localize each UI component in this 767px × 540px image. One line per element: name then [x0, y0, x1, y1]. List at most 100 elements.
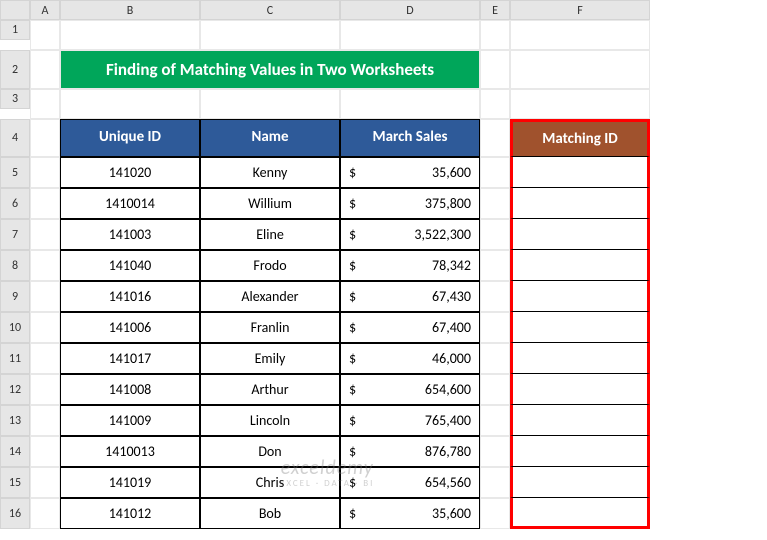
unique-id-cell[interactable]: 141016 — [60, 281, 200, 312]
unique-id-cell[interactable]: 141006 — [60, 312, 200, 343]
matching-id-cell[interactable] — [510, 312, 650, 343]
header-name[interactable]: Name — [200, 119, 340, 157]
col-header-d[interactable]: D — [340, 0, 480, 20]
cell[interactable] — [480, 281, 510, 312]
row-header-11[interactable]: 11 — [0, 343, 30, 374]
sales-cell[interactable]: $35,600 — [340, 157, 480, 188]
matching-id-cell[interactable] — [510, 343, 650, 374]
sales-cell[interactable]: $78,342 — [340, 250, 480, 281]
cell[interactable] — [510, 20, 650, 50]
sales-cell[interactable]: $654,560 — [340, 467, 480, 498]
name-cell[interactable]: Kenny — [200, 157, 340, 188]
header-march-sales[interactable]: March Sales — [340, 119, 480, 157]
cell[interactable] — [480, 374, 510, 405]
matching-id-cell[interactable] — [510, 405, 650, 436]
cell[interactable] — [510, 89, 650, 119]
unique-id-cell[interactable]: 141009 — [60, 405, 200, 436]
unique-id-cell[interactable]: 141017 — [60, 343, 200, 374]
page-title[interactable]: Finding of Matching Values in Two Worksh… — [60, 50, 480, 89]
cell[interactable] — [480, 20, 510, 50]
col-header-c[interactable]: C — [200, 0, 340, 20]
unique-id-cell[interactable]: 1410013 — [60, 436, 200, 467]
sales-cell[interactable]: $765,400 — [340, 405, 480, 436]
cell[interactable] — [480, 89, 510, 119]
name-cell[interactable]: Bob — [200, 498, 340, 529]
row-header-16[interactable]: 16 — [0, 498, 30, 529]
name-cell[interactable]: Chris — [200, 467, 340, 498]
row-header-5[interactable]: 5 — [0, 157, 30, 188]
cell[interactable] — [480, 119, 510, 157]
header-unique-id[interactable]: Unique ID — [60, 119, 200, 157]
unique-id-cell[interactable]: 141020 — [60, 157, 200, 188]
cell[interactable] — [480, 188, 510, 219]
name-cell[interactable]: Alexander — [200, 281, 340, 312]
cell[interactable] — [30, 157, 60, 188]
name-cell[interactable]: Emily — [200, 343, 340, 374]
cell[interactable] — [200, 89, 340, 119]
row-header-15[interactable]: 15 — [0, 467, 30, 498]
name-cell[interactable]: Eline — [200, 219, 340, 250]
cell[interactable] — [30, 20, 60, 50]
matching-id-cell[interactable] — [510, 157, 650, 188]
row-header-14[interactable]: 14 — [0, 436, 30, 467]
cell[interactable] — [30, 498, 60, 529]
col-header-b[interactable]: B — [60, 0, 200, 20]
cell[interactable] — [510, 50, 650, 89]
cell[interactable] — [60, 20, 200, 50]
cell[interactable] — [340, 89, 480, 119]
cell[interactable] — [480, 436, 510, 467]
cell[interactable] — [30, 405, 60, 436]
matching-id-cell[interactable] — [510, 281, 650, 312]
unique-id-cell[interactable]: 141008 — [60, 374, 200, 405]
cell[interactable] — [480, 157, 510, 188]
row-header-4[interactable]: 4 — [0, 119, 30, 157]
cell[interactable] — [30, 312, 60, 343]
matching-id-cell[interactable] — [510, 374, 650, 405]
name-cell[interactable]: Franlin — [200, 312, 340, 343]
cell[interactable] — [60, 89, 200, 119]
row-header-12[interactable]: 12 — [0, 374, 30, 405]
cell[interactable] — [200, 20, 340, 50]
row-header-3[interactable]: 3 — [0, 89, 30, 109]
matching-id-cell[interactable] — [510, 498, 650, 529]
sales-cell[interactable]: $35,600 — [340, 498, 480, 529]
cell[interactable] — [480, 50, 510, 89]
matching-id-cell[interactable] — [510, 219, 650, 250]
unique-id-cell[interactable]: 1410014 — [60, 188, 200, 219]
header-matching-id[interactable]: Matching ID — [510, 119, 650, 157]
cell[interactable] — [30, 436, 60, 467]
matching-id-cell[interactable] — [510, 188, 650, 219]
sales-cell[interactable]: $876,780 — [340, 436, 480, 467]
unique-id-cell[interactable]: 141040 — [60, 250, 200, 281]
cell[interactable] — [30, 219, 60, 250]
unique-id-cell[interactable]: 141003 — [60, 219, 200, 250]
row-header-10[interactable]: 10 — [0, 312, 30, 343]
sales-cell[interactable]: $375,800 — [340, 188, 480, 219]
cell[interactable] — [480, 498, 510, 529]
cell[interactable] — [30, 50, 60, 89]
cell[interactable] — [30, 188, 60, 219]
matching-id-cell[interactable] — [510, 250, 650, 281]
cell[interactable] — [30, 467, 60, 498]
row-header-13[interactable]: 13 — [0, 405, 30, 436]
sales-cell[interactable]: $3,522,300 — [340, 219, 480, 250]
name-cell[interactable]: Don — [200, 436, 340, 467]
cell[interactable] — [30, 89, 60, 119]
cell[interactable] — [30, 374, 60, 405]
cell[interactable] — [30, 119, 60, 157]
row-header-6[interactable]: 6 — [0, 188, 30, 219]
col-header-e[interactable]: E — [480, 0, 510, 20]
sales-cell[interactable]: $67,400 — [340, 312, 480, 343]
cell[interactable] — [30, 250, 60, 281]
matching-id-cell[interactable] — [510, 467, 650, 498]
sales-cell[interactable]: $654,600 — [340, 374, 480, 405]
row-header-7[interactable]: 7 — [0, 219, 30, 250]
row-header-1[interactable]: 1 — [0, 20, 30, 40]
col-header-f[interactable]: F — [510, 0, 650, 20]
cell[interactable] — [340, 20, 480, 50]
sales-cell[interactable]: $67,430 — [340, 281, 480, 312]
cell[interactable] — [480, 250, 510, 281]
matching-id-cell[interactable] — [510, 436, 650, 467]
col-header-a[interactable]: A — [30, 0, 60, 20]
cell[interactable] — [480, 219, 510, 250]
